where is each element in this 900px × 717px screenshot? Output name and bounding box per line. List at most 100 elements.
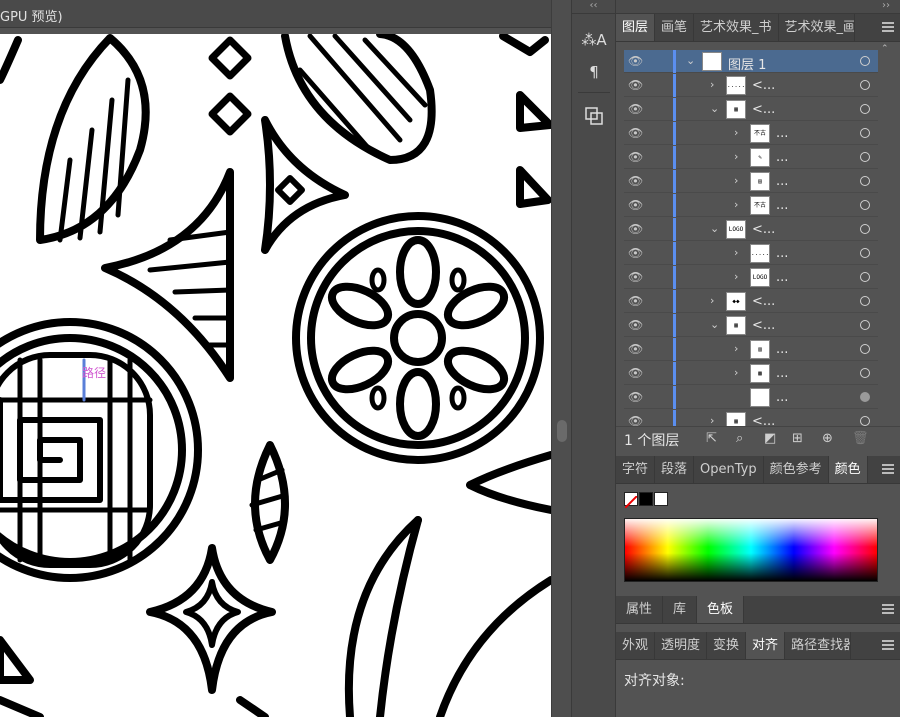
- visibility-eye-icon[interactable]: 👁: [628, 367, 643, 380]
- tab-color[interactable]: 颜色: [828, 456, 868, 483]
- tab-layers[interactable]: 图层: [616, 14, 656, 41]
- black-swatch[interactable]: [639, 492, 653, 506]
- scroll-up-icon[interactable]: ⌃: [881, 44, 889, 54]
- clipping-mask-icon[interactable]: ◩: [764, 431, 776, 446]
- white-swatch[interactable]: [654, 492, 668, 506]
- character-style-icon[interactable]: ⁂A: [581, 28, 607, 52]
- visibility-eye-icon[interactable]: 👁: [628, 151, 643, 164]
- tab-opentype[interactable]: OpenTyp: [694, 456, 764, 483]
- layer-name[interactable]: <...: [752, 102, 775, 117]
- layer-row[interactable]: 👁 › 不古...: [624, 122, 878, 145]
- visibility-eye-icon[interactable]: 👁: [628, 199, 643, 212]
- chevron-right-icon[interactable]: ›: [734, 342, 738, 355]
- panel-menu-icon[interactable]: [882, 640, 894, 650]
- tab-character[interactable]: 字符: [616, 456, 656, 483]
- tab-libraries[interactable]: 库: [663, 596, 698, 623]
- tab-color-guide[interactable]: 颜色参考: [764, 456, 829, 483]
- target-circle-icon[interactable]: [860, 176, 870, 186]
- none-swatch[interactable]: [624, 492, 638, 509]
- target-circle-icon[interactable]: [860, 296, 870, 306]
- chevron-right-icon[interactable]: ›: [710, 294, 714, 307]
- layer-name[interactable]: ...: [776, 366, 788, 381]
- target-circle-icon[interactable]: [860, 392, 870, 402]
- chevron-right-icon[interactable]: ›: [734, 150, 738, 163]
- document-tab[interactable]: GPU 预览): [0, 0, 551, 28]
- scrollbar-thumb[interactable]: [557, 420, 567, 442]
- layer-name[interactable]: ...: [776, 150, 788, 165]
- chevron-down-icon[interactable]: ⌄: [710, 102, 719, 115]
- export-icon[interactable]: ⇱: [706, 431, 717, 446]
- target-circle-icon[interactable]: [860, 320, 870, 330]
- layer-row[interactable]: 👁 › ◆◆ <...: [624, 290, 878, 313]
- tab-swatches[interactable]: 色板: [697, 596, 745, 623]
- visibility-eye-icon[interactable]: 👁: [628, 295, 643, 308]
- layers-scrollbar[interactable]: ⌃ ⌄: [881, 44, 891, 432]
- artboards-icon[interactable]: [581, 104, 607, 128]
- layer-name[interactable]: <...: [752, 222, 775, 237]
- target-circle-icon[interactable]: [860, 248, 870, 258]
- visibility-eye-icon[interactable]: 👁: [628, 319, 643, 332]
- locate-object-icon[interactable]: ⌕: [736, 431, 743, 446]
- layer-name[interactable]: <...: [752, 318, 775, 333]
- artboard[interactable]: 路径: [0, 34, 551, 717]
- visibility-eye-icon[interactable]: 👁: [628, 127, 643, 140]
- layer-name[interactable]: ...: [776, 246, 788, 261]
- chevron-down-icon[interactable]: ⌄: [710, 222, 719, 235]
- layer-row[interactable]: 👁...: [624, 386, 878, 409]
- tab-brushes[interactable]: 画笔: [655, 14, 695, 41]
- layer-name[interactable]: <...: [752, 294, 775, 309]
- layer-row[interactable]: 👁 ⌄ ▦ <...: [624, 314, 878, 337]
- chevron-down-icon[interactable]: ⌄: [710, 318, 719, 331]
- visibility-eye-icon[interactable]: 👁: [628, 55, 643, 68]
- chevron-right-icon[interactable]: ›: [710, 78, 714, 91]
- panel-menu-icon[interactable]: [882, 464, 894, 474]
- layer-row[interactable]: 👁 › 不古...: [624, 194, 878, 217]
- chevron-right-icon[interactable]: ›: [734, 174, 738, 187]
- tab-appearance[interactable]: 外观: [616, 632, 656, 659]
- layer-name[interactable]: ...: [776, 390, 788, 405]
- tab-align[interactable]: 对齐: [746, 632, 786, 659]
- new-layer-icon[interactable]: ⊕: [822, 431, 833, 446]
- layer-row[interactable]: 👁 ⌄ ▦ <...: [624, 98, 878, 121]
- tab-art-effects-paint[interactable]: 艺术效果_画: [779, 14, 855, 41]
- layer-name[interactable]: ...: [776, 174, 788, 189]
- layer-name[interactable]: ...: [776, 342, 788, 357]
- layer-row[interactable]: 👁 ›...... <...: [624, 74, 878, 97]
- layer-row[interactable]: 👁 › ✎...: [624, 146, 878, 169]
- paragraph-style-icon[interactable]: ¶: [581, 60, 607, 84]
- visibility-eye-icon[interactable]: 👁: [628, 79, 643, 92]
- layer-row[interactable]: 👁 ›.........: [624, 242, 878, 265]
- visibility-eye-icon[interactable]: 👁: [628, 103, 643, 116]
- new-sublayer-icon[interactable]: ⊞: [792, 431, 803, 446]
- visibility-eye-icon[interactable]: 👁: [628, 223, 643, 236]
- target-circle-icon[interactable]: [860, 344, 870, 354]
- target-circle-icon[interactable]: [860, 128, 870, 138]
- target-circle-icon[interactable]: [860, 200, 870, 210]
- visibility-eye-icon[interactable]: 👁: [628, 271, 643, 284]
- target-circle-icon[interactable]: [860, 80, 870, 90]
- target-circle-icon[interactable]: [860, 368, 870, 378]
- target-circle-icon[interactable]: [860, 104, 870, 114]
- target-circle-icon[interactable]: [860, 56, 870, 66]
- panel-collapse-toggle[interactable]: ››: [616, 0, 900, 14]
- tab-paragraph[interactable]: 段落: [655, 456, 695, 483]
- visibility-eye-icon[interactable]: 👁: [628, 247, 643, 260]
- layer-row[interactable]: 👁 › ▤...: [624, 170, 878, 193]
- visibility-eye-icon[interactable]: 👁: [628, 175, 643, 188]
- panel-menu-icon[interactable]: [882, 604, 894, 614]
- tab-transparency[interactable]: 透明度: [655, 632, 708, 659]
- color-spectrum[interactable]: [624, 518, 878, 582]
- layer-row[interactable]: 👁 › ▩...: [624, 362, 878, 385]
- tab-transform[interactable]: 变换: [707, 632, 747, 659]
- target-circle-icon[interactable]: [860, 224, 870, 234]
- chevron-right-icon[interactable]: ›: [734, 246, 738, 259]
- layer-name[interactable]: <...: [752, 78, 775, 93]
- layer-name[interactable]: ...: [776, 270, 788, 285]
- layer-name[interactable]: 图层 1: [728, 54, 766, 73]
- layer-name[interactable]: ...: [776, 126, 788, 141]
- visibility-eye-icon[interactable]: 👁: [628, 391, 643, 404]
- target-circle-icon[interactable]: [860, 416, 870, 426]
- strip-collapse-toggle[interactable]: ‹‹: [572, 0, 615, 14]
- tab-properties[interactable]: 属性: [616, 596, 664, 623]
- chevron-down-icon[interactable]: ⌄: [686, 54, 695, 67]
